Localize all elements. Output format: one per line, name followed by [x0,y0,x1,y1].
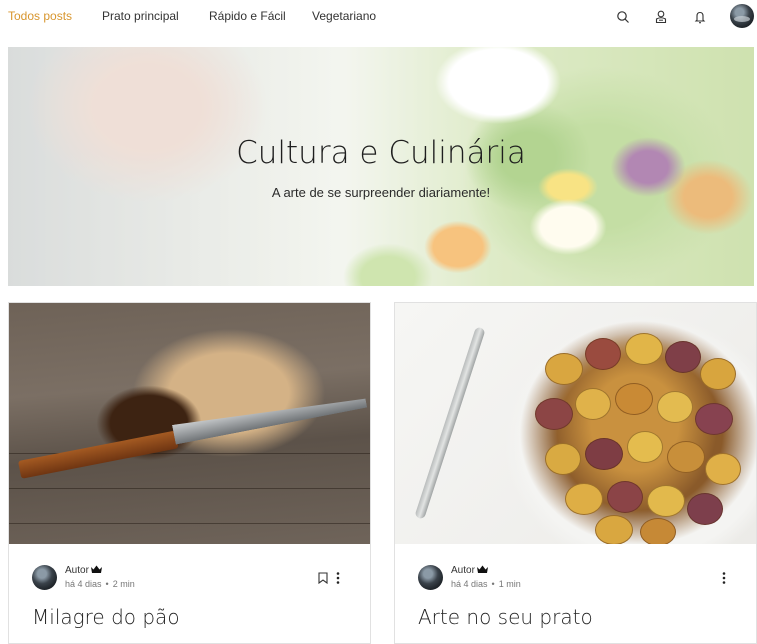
crown-icon [90,565,102,573]
post-image-potatoes[interactable] [395,303,756,544]
post-title[interactable]: Arte no seu prato [418,605,593,629]
author-name[interactable]: Autor [65,565,89,576]
user-avatar[interactable] [730,4,754,28]
post-time-ago: há 4 dias [451,579,488,589]
post-meta: Autor há 4 dias • 2 min [32,565,352,595]
more-options-icon[interactable] [721,571,727,585]
hero-banner: Cultura e Culinária A arte de se surpree… [8,47,754,286]
post-card[interactable]: Autor há 4 dias • 1 min Arte no seu prato [394,302,757,644]
author-avatar[interactable] [32,565,57,590]
notification-bell-icon[interactable] [692,9,708,25]
post-title[interactable]: Milagre do pão [32,605,180,629]
bookmark-icon[interactable] [318,572,328,584]
post-time-ago: há 4 dias [65,579,102,589]
post-meta: Autor há 4 dias • 1 min [418,565,738,595]
crown-icon [476,565,488,573]
nav-item-vegetariano[interactable]: Vegetariano [312,9,376,23]
nav-item-prato-principal[interactable]: Prato principal [102,9,179,23]
nav-item-todos-posts[interactable]: Todos posts [8,9,72,23]
blog-title: Cultura e Culinária [236,135,526,171]
search-icon[interactable] [615,9,631,25]
post-read-time: 1 min [498,579,521,589]
profile-icon[interactable] [653,9,669,25]
blog-subtitle: A arte de se surpreender diariamente! [271,185,491,200]
post-card[interactable]: Autor há 4 dias • 2 min Milagre do pão [8,302,371,644]
author-name[interactable]: Autor [451,565,475,576]
nav-item-rapido-e-facil[interactable]: Rápido e Fácil [209,9,286,23]
post-image-bread[interactable] [9,303,370,544]
more-options-icon[interactable] [335,571,341,585]
top-navigation: Todos posts Prato principal Rápido e Fác… [0,0,757,34]
post-read-time: 2 min [112,579,135,589]
knife-image [17,386,366,479]
author-avatar[interactable] [418,565,443,590]
spoon-image [414,326,486,520]
